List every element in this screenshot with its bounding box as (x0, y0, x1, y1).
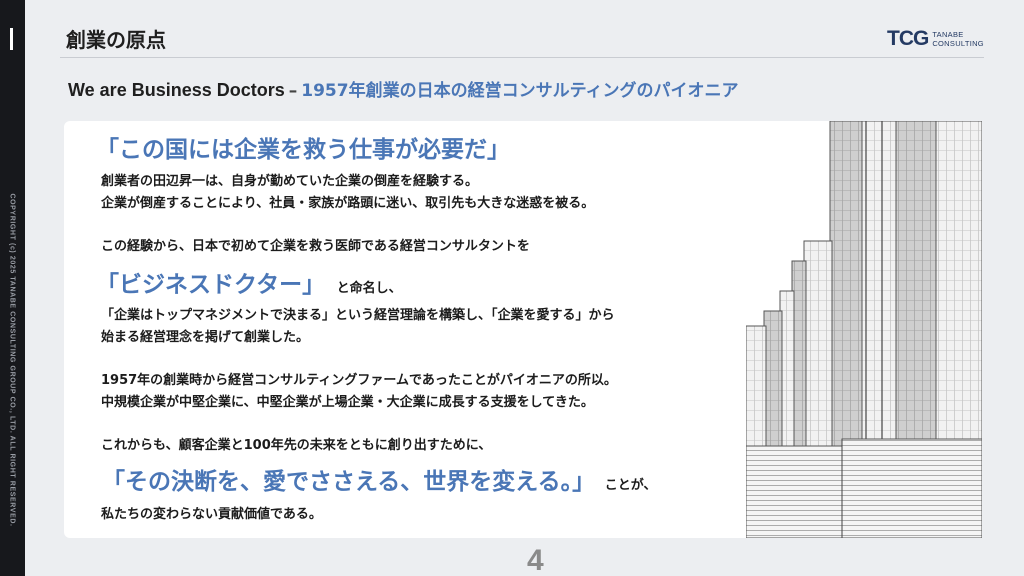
paragraph-2-line-4: 始まる経営理念を掲げて創業した。 (101, 330, 310, 345)
paragraph-2-line-1: この経験から、日本で初めて企業を救う医師である経営コンサルタントを (101, 239, 530, 254)
company-logo: TCG TANABE CONSULTING (887, 28, 984, 49)
page-title: 創業の原点 (66, 28, 166, 52)
paragraph-3-line-1: 1957年の創業時から経営コンサルティングファームであったことがパイオニアの所以… (101, 373, 617, 388)
subtitle-japanese: 1957年創業の日本の経営コンサルティングのパイオニア (301, 81, 739, 101)
page-number: 4 (527, 544, 544, 576)
paragraph-1-line-2: 企業が倒産することにより、社員・家族が路頭に迷い、取引先も大きな迷惑を被る。 (101, 196, 595, 211)
logo-line1: TANABE (932, 29, 964, 39)
business-doctor-phrase: 「ビジネスドクター」 (96, 272, 326, 298)
logo-text: TANABE CONSULTING (932, 30, 984, 48)
paragraph-4-line-3: 私たちの変わらない貢献価値である。 (101, 507, 322, 522)
mission-suffix: ことが、 (604, 478, 657, 493)
copyright-notice: COPYRIGHT (c) 2025 TANABE CONSULTING GRO… (8, 193, 16, 527)
paragraph-2-line-3: 「企業はトップマネジメントで決まる」という経営理論を構築し、「企業を愛する」から (101, 308, 615, 323)
paragraph-4-line-1: これからも、顧客企業と100年先の未来をともに創り出すために、 (101, 438, 492, 453)
header-divider (60, 57, 984, 58)
subtitle-english: We are Business Doctors (68, 80, 285, 100)
paragraph-4-line-2: 「その決断を、愛でささえる、世界を変える。」 ことが、 (102, 462, 656, 496)
side-accent-bar (10, 28, 13, 50)
paragraph-2-line-2: 「ビジネスドクター」 と命名し、 (96, 265, 402, 299)
logo-mark: TCG (887, 27, 929, 50)
subtitle-dash: – (288, 81, 298, 101)
headline: 「この国には企業を救う仕事が必要だ」 (96, 137, 510, 163)
naming-suffix: と命名し、 (336, 281, 402, 296)
subtitle: We are Business Doctors –1957年創業の日本の経営コンサ… (68, 76, 739, 101)
paragraph-3-line-2: 中規模企業が中堅企業に、中堅企業が上場企業・大企業に成長する支援をしてきた。 (101, 395, 594, 410)
mission-phrase: 「その決断を、愛でささえる、世界を変える。」 (102, 469, 596, 495)
logo-line2: CONSULTING (932, 38, 984, 48)
building-illustration (746, 121, 982, 538)
paragraph-1-line-1: 創業者の田辺昇一は、自身が勤めていた企業の倒産を経験する。 (101, 174, 479, 189)
